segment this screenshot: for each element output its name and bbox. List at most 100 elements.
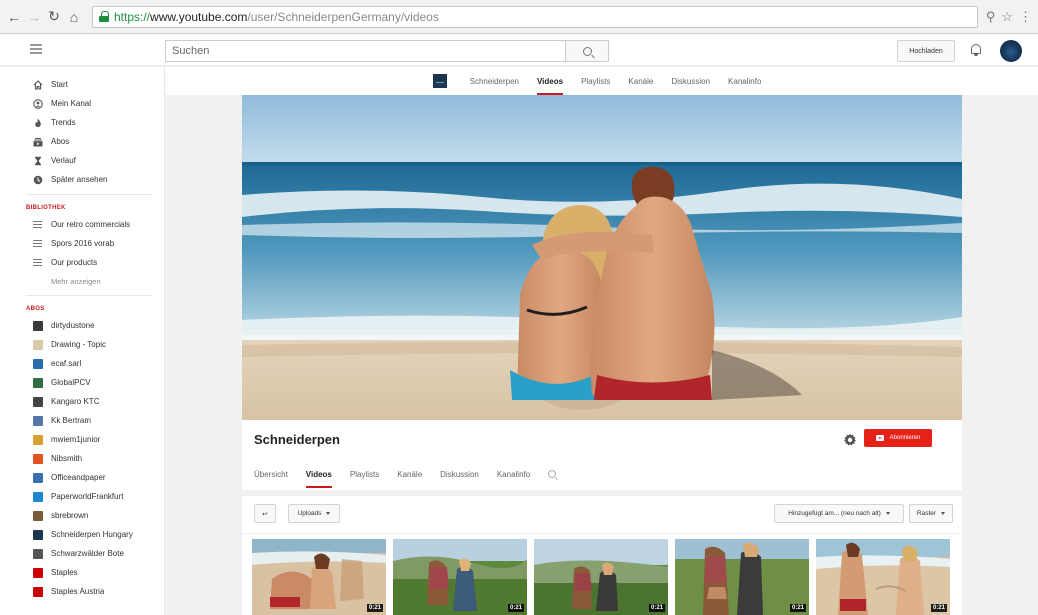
sidebar-item-verlauf[interactable]: Verlauf [0, 151, 164, 170]
channel-avatar [33, 320, 43, 331]
tab-about[interactable]: Kanalinfo [497, 460, 530, 488]
upload-button[interactable]: Hochladen [897, 40, 955, 62]
sidebar-subscription-item[interactable]: GlobalPCV [0, 373, 164, 392]
url-scheme: https:// [114, 9, 151, 24]
home-nav-icon[interactable]: ⌂ [66, 9, 82, 25]
video-thumbnail[interactable]: 0:21 [816, 539, 950, 615]
tab-videos[interactable]: Videos [305, 460, 332, 488]
sidebar-subscription-item[interactable]: ecaf.sarl [0, 354, 164, 373]
uploads-dropdown[interactable]: Uploads [288, 504, 340, 523]
playlist-icon [33, 259, 42, 266]
playlist-item[interactable]: Our retro commercials [0, 215, 164, 234]
sidebar-subscription-item[interactable]: Officeandpaper [0, 468, 164, 487]
subscription-label: Schneiderpen Hungary [51, 530, 133, 539]
view-dropdown[interactable]: Raster [909, 504, 953, 523]
address-bar[interactable]: https://www.youtube.com/user/Schneiderpe… [92, 5, 978, 28]
sidebar-subscription-item[interactable]: Kk Bertram [0, 411, 164, 430]
tab-discussion[interactable]: Diskussion [440, 460, 479, 488]
sidebar-subscription-item[interactable]: Nibsmith [0, 449, 164, 468]
browser-toolbar: ← → ↻ ⌂ https://www.youtube.com/user/Sch… [0, 0, 1038, 34]
channel-logo-icon[interactable] [432, 74, 447, 88]
sidebar-subscription-item[interactable]: Kangaro KTC [0, 392, 164, 411]
channel-avatar [33, 339, 43, 350]
top-tab-channel[interactable]: Schneiderpen [470, 67, 519, 95]
subscribe-button[interactable]: Abonnieren [864, 429, 932, 447]
forward-icon[interactable]: → [26, 9, 42, 25]
video-thumbnail[interactable]: 0:21 [393, 539, 527, 615]
clock-icon [33, 175, 43, 185]
url-host: www.youtube.com [150, 9, 248, 24]
sidebar-subscription-item[interactable]: PaperworldFrankfurt [0, 487, 164, 506]
sidebar-subscription-item[interactable]: Schwarzwälder Bote [0, 544, 164, 563]
video-duration: 0:21 [648, 604, 665, 612]
top-tab-playlists[interactable]: Playlists [581, 67, 610, 95]
sidebar-subscription-item[interactable]: Staples [0, 563, 164, 582]
back-button[interactable]: ↩ [254, 504, 276, 523]
chevron-down-icon [326, 512, 331, 515]
subscription-label: sbrebrown [51, 511, 89, 520]
search-button[interactable] [565, 40, 609, 62]
subscription-label: dirtydustone [51, 321, 95, 330]
channel-avatar [33, 377, 43, 388]
playlist-item[interactable]: Spors 2016 vorab [0, 234, 164, 253]
channel-top-nav: Schneiderpen Videos Playlists Kanäle Dis… [165, 67, 1038, 95]
subscription-label: Staples Austria [51, 587, 105, 596]
show-more-link[interactable]: Mehr anzeigen [0, 272, 164, 290]
sidebar-item-trends[interactable]: Trends [0, 113, 164, 132]
top-tab-about[interactable]: Kanalinfo [728, 67, 761, 95]
library-heading[interactable]: BIBLIOTHEK [0, 201, 164, 215]
top-tab-channels[interactable]: Kanäle [628, 67, 653, 95]
sidebar-subscription-item[interactable]: sbrebrown [0, 506, 164, 525]
sidebar-subscription-item[interactable]: Staples Austria [0, 582, 164, 601]
subscription-label: Nibsmith [51, 454, 83, 463]
back-icon[interactable]: ← [6, 9, 22, 25]
gear-icon[interactable] [843, 433, 857, 447]
chevron-down-icon [885, 512, 890, 515]
zoom-icon[interactable]: ⚲ [986, 9, 996, 25]
top-tab-videos[interactable]: Videos [536, 67, 564, 95]
menu-icon[interactable]: ⋮ [1019, 9, 1032, 25]
playlist-icon [33, 240, 42, 247]
sidebar-item-spaeter-ansehen[interactable]: Später ansehen [0, 170, 164, 189]
sidebar-item-abos[interactable]: Abos [0, 132, 164, 151]
reload-icon[interactable]: ↻ [46, 8, 62, 25]
sidebar-subscription-item[interactable]: mwiem1junior [0, 430, 164, 449]
sort-dropdown[interactable]: Hinzugefügt am... (neu nach alt) [774, 504, 904, 523]
subscription-label: Staples [51, 568, 78, 577]
chevron-down-icon [941, 512, 946, 515]
search-input[interactable] [165, 40, 565, 62]
subscription-label: Schwarzwälder Bote [51, 549, 124, 558]
hamburger-menu-icon[interactable] [30, 44, 42, 54]
youtube-header: Hochladen [0, 34, 1038, 66]
sidebar-item-label: Trends [51, 118, 76, 127]
playlist-label: Our products [51, 258, 98, 267]
playlist-icon [33, 221, 42, 228]
video-thumbnail[interactable]: 0:21 [534, 539, 668, 615]
notifications-bell-icon[interactable] [970, 43, 982, 57]
sidebar-item-mein-kanal[interactable]: Mein Kanal [0, 94, 164, 113]
tab-channels[interactable]: Kanäle [397, 460, 422, 488]
channel-avatar [33, 529, 43, 540]
top-tab-discussion[interactable]: Diskussion [671, 67, 710, 95]
back-arrow-icon: ↩ [262, 510, 268, 518]
sidebar-item-start[interactable]: Start [0, 75, 164, 94]
subscription-label: PaperworldFrankfurt [51, 492, 124, 501]
playlist-item[interactable]: Our products [0, 253, 164, 272]
sidebar-subscription-item[interactable]: Drawing - Topic [0, 335, 164, 354]
video-thumbnail[interactable]: 0:21 [675, 539, 809, 615]
channel-search-icon[interactable] [548, 470, 557, 478]
video-duration: 0:21 [507, 604, 524, 612]
guide-sidebar: Start Mein Kanal Trends Abos Verlauf Spä… [0, 67, 165, 615]
sidebar-subscription-item[interactable]: dirtydustone [0, 316, 164, 335]
video-thumbnail[interactable]: 0:21 [252, 539, 386, 615]
channel-title: Schneiderpen [254, 432, 340, 447]
account-avatar[interactable] [1000, 40, 1022, 62]
channel-avatar [33, 472, 43, 483]
sidebar-subscription-item[interactable]: Schneiderpen Hungary [0, 525, 164, 544]
channel-avatar [33, 586, 43, 597]
tab-playlists[interactable]: Playlists [350, 460, 379, 488]
tab-overview[interactable]: Übersicht [254, 460, 288, 488]
star-icon[interactable]: ☆ [1001, 9, 1013, 25]
abos-heading[interactable]: ABOS [0, 302, 164, 316]
video-duration: 0:21 [366, 604, 383, 612]
